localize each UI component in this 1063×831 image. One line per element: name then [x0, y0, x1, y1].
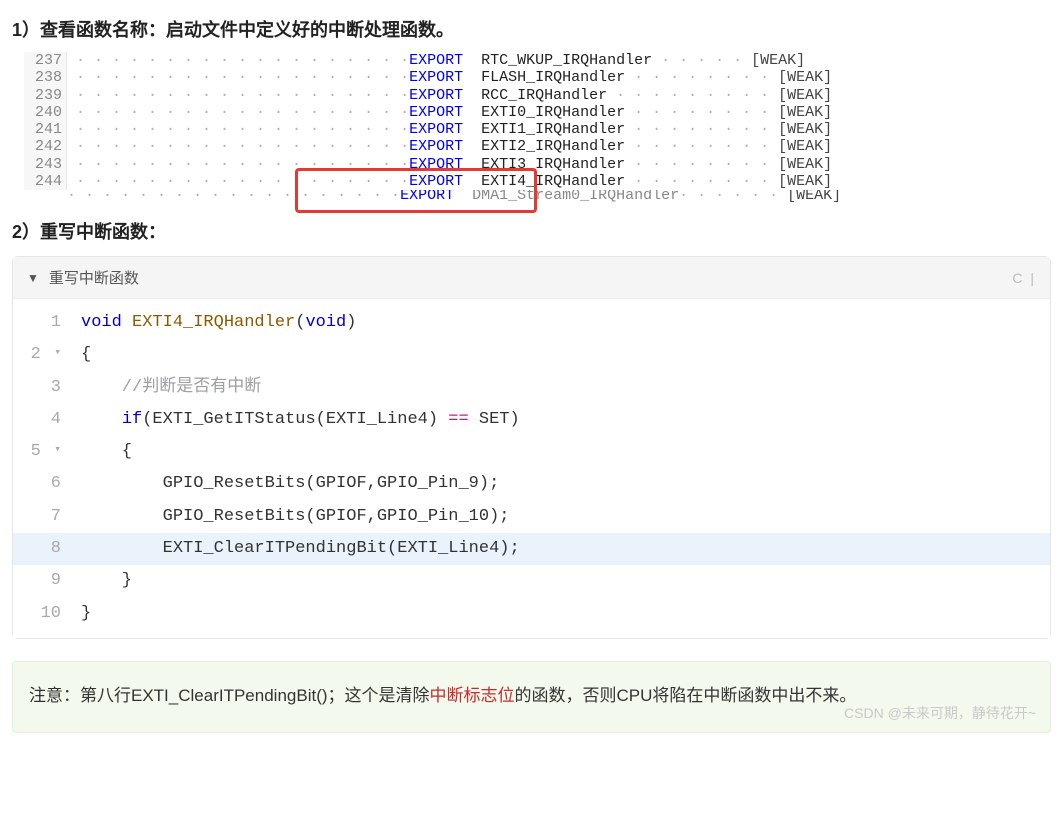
collapse-toggle-icon[interactable]: ▼ — [27, 271, 39, 285]
section2-title: 2）重写中断函数： — [12, 218, 1051, 244]
asm-row: 238 · · · · · · · · · · · · · · · · · · … — [24, 69, 1051, 86]
asm-row: 237 · · · · · · · · · · · · · · · · · · … — [24, 52, 1051, 69]
asm-row-cutoff: · · · · · · · · · · · · · · · · · · ·EXP… — [24, 190, 1051, 202]
note-callout: 注意：第八行EXTI_ClearITPendingBit()；这个是清除中断标志… — [12, 661, 1051, 733]
asm-row: 243 · · · · · · · · · · · · · · · · · · … — [24, 156, 1051, 173]
asm-row: 239 · · · · · · · · · · · · · · · · · · … — [24, 87, 1051, 104]
code-language-label: C | — [1012, 270, 1036, 286]
code-line: 5 ▾ { — [13, 436, 1050, 468]
code-line: 1void EXTI4_IRQHandler(void) — [13, 307, 1050, 339]
note-post: 的函数，否则CPU将陷在中断函数中出不来。 — [515, 686, 857, 705]
startup-file-screenshot: 237 · · · · · · · · · · · · · · · · · · … — [24, 52, 1051, 208]
code-body: 1void EXTI4_IRQHandler(void)2 ▾{3 //判断是否… — [13, 299, 1050, 638]
code-line: 9 } — [13, 565, 1050, 597]
code-line: 6 GPIO_ResetBits(GPIOF,GPIO_Pin_9); — [13, 468, 1050, 500]
note-pre: 注意：第八行EXTI_ClearITPendingBit()；这个是清除 — [29, 686, 430, 705]
code-block: ▼ 重写中断函数 C | 1void EXTI4_IRQHandler(void… — [12, 256, 1051, 639]
code-header: ▼ 重写中断函数 C | — [13, 257, 1050, 299]
code-line: 8 EXTI_ClearITPendingBit(EXTI_Line4); — [13, 533, 1050, 565]
asm-row: 240 · · · · · · · · · · · · · · · · · · … — [24, 104, 1051, 121]
section1-title: 1）查看函数名称：启动文件中定义好的中断处理函数。 — [12, 16, 1051, 42]
note-red: 中断标志位 — [430, 686, 515, 705]
code-line: 10} — [13, 598, 1050, 630]
code-line: 4 if(EXTI_GetITStatus(EXTI_Line4) == SET… — [13, 404, 1050, 436]
asm-row: 244 · · · · · · · · · · · · · · · · · · … — [24, 173, 1051, 190]
asm-row: 242 · · · · · · · · · · · · · · · · · · … — [24, 138, 1051, 155]
asm-row: 241 · · · · · · · · · · · · · · · · · · … — [24, 121, 1051, 138]
code-line: 3 //判断是否有中断 — [13, 372, 1050, 404]
highlight-box — [295, 168, 537, 213]
code-title: 重写中断函数 — [49, 267, 1012, 288]
watermark: CSDN @未来可期，静待花开~ — [844, 700, 1036, 727]
code-line: 2 ▾{ — [13, 339, 1050, 371]
code-line: 7 GPIO_ResetBits(GPIOF,GPIO_Pin_10); — [13, 501, 1050, 533]
